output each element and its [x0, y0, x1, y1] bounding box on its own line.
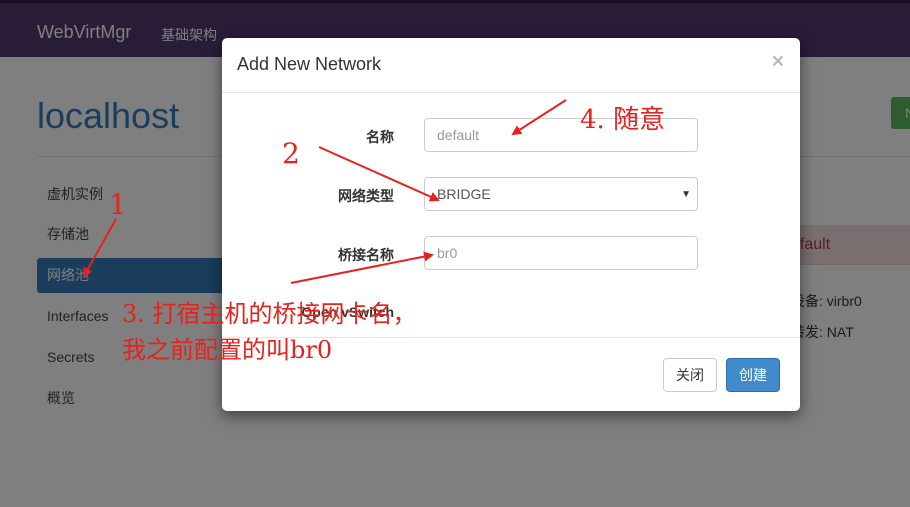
arrow-2: [318, 146, 440, 202]
annotation-arrows: [83, 99, 567, 284]
arrow-4: [511, 99, 567, 136]
annotation-1: 1: [109, 188, 127, 221]
annotation-3-line2: 我之前配置的叫br0: [122, 336, 333, 364]
annotation-4: 4. 随意: [580, 105, 666, 135]
arrow-3: [290, 251, 434, 284]
annotation-3-line1: 3. 打宿主机的桥接网卡名，: [122, 300, 417, 328]
arrow-1: [83, 218, 117, 278]
annotation-2: 2: [282, 137, 300, 170]
